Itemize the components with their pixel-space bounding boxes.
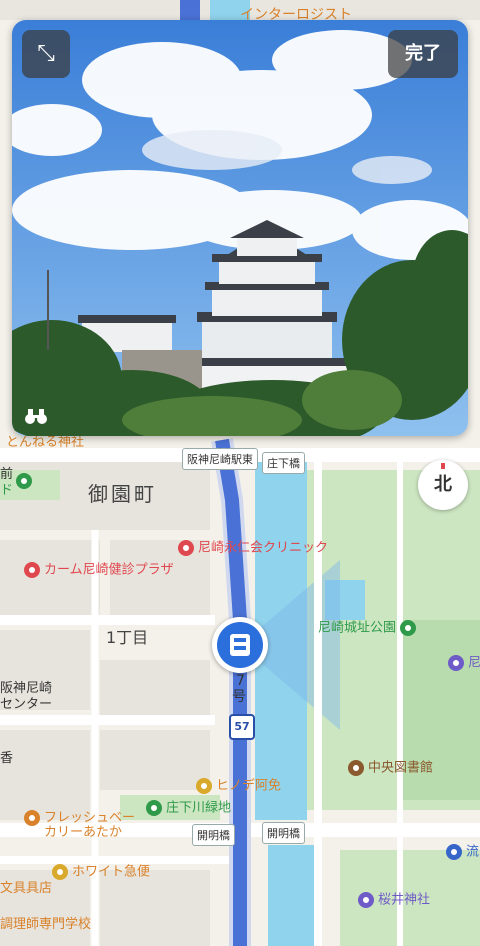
road-sign-shoka: 庄下橋 (262, 452, 305, 474)
poi-ryu-label: 流 (466, 844, 480, 860)
poi-plaza-label: カーム尼崎健診プラザ (44, 562, 174, 578)
compass-button[interactable]: 北 (418, 460, 468, 510)
map-label-tonnaru: とんねる神社 (6, 435, 85, 450)
poi-ama[interactable]: 尼 (448, 655, 480, 671)
bakery-pin-icon (24, 810, 40, 826)
poi-fresh-label-1: フレッシュベー (44, 810, 136, 826)
poi-ryu[interactable]: 流 (446, 844, 479, 860)
poi-library[interactable]: 中央図書館 (348, 760, 433, 776)
road-sign-kaimei-2: 開明橋 (262, 822, 305, 844)
library-pin-icon (348, 760, 364, 776)
poi-plaza[interactable]: カーム尼崎健診プラザ (24, 562, 174, 578)
poi-sakurai[interactable]: 桜井神社 (358, 892, 430, 908)
landmark-pin-icon (448, 655, 464, 671)
look-around-marker[interactable] (212, 617, 268, 673)
poi-ama-label: 尼 (468, 655, 480, 671)
park-pin-icon (146, 800, 162, 816)
poi-hinode[interactable]: ヒノデ阿免 (196, 778, 281, 794)
expand-button[interactable]: ⤡ (22, 30, 70, 78)
district-chome1: 1丁目 (106, 628, 149, 647)
poi-white[interactable]: ホワイト急便 (52, 864, 150, 880)
poi-white-label: ホワイト急便 (72, 864, 151, 880)
route-57-shield: 57 (229, 714, 255, 740)
poi-fresh-2: カリーあたか (44, 825, 123, 840)
hospital-pin-icon (178, 540, 194, 556)
compass-needle-icon (441, 463, 445, 469)
hanshin-center-2: センター (0, 697, 53, 712)
star-pin-icon (446, 844, 462, 860)
poi-sakurai-label: 桜井神社 (378, 892, 431, 908)
poi-hinode-label: ヒノデ阿免 (216, 778, 282, 794)
district-gosono: 御園町 (88, 482, 157, 506)
binoculars-marker-icon (217, 622, 263, 668)
poi-fresh[interactable]: フレッシュベー (24, 810, 135, 826)
done-button[interactable]: 完了 (388, 30, 458, 78)
binoculars-icon (25, 409, 47, 424)
map-pin-green[interactable] (16, 470, 36, 489)
park-pin-icon (16, 472, 32, 489)
poi-castle-park[interactable]: 尼崎城址公園 (318, 620, 420, 636)
route7-label-1: 7 (236, 673, 245, 689)
map-label-mae: 前 (0, 467, 14, 482)
hanshin-center-1: 阪神尼崎 (0, 681, 53, 696)
park-pin-icon (400, 620, 417, 636)
poi-clinic-label: 尼崎永仁会クリニック (198, 540, 329, 556)
road-sign-hanshin-east: 阪神尼崎駅東 (182, 448, 258, 470)
map-label-kou: 香 (0, 751, 14, 766)
poi-cooking-school: 調理師専門学校 (0, 917, 92, 932)
poi-clinic[interactable]: 尼崎永仁会クリニック (178, 540, 328, 556)
restaurant-pin-icon (24, 562, 40, 578)
laundry-pin-icon (52, 864, 68, 880)
road-sign-kaimei-1: 開明橋 (192, 824, 235, 846)
poi-library-label: 中央図書館 (368, 760, 434, 776)
poi-shoka-green[interactable]: 庄下川緑地 (146, 800, 231, 816)
poi-shoka-green-label: 庄下川緑地 (166, 800, 232, 816)
look-around-image (12, 20, 468, 436)
shrine-pin-icon (358, 892, 374, 908)
look-around-card[interactable]: ⤡ 完了 (12, 20, 468, 436)
shopping-pin-icon (196, 778, 212, 794)
compass-north-label: 北 (434, 474, 452, 495)
map-label-do: ド (0, 483, 14, 498)
poi-castle-park-label: 尼崎城址公園 (318, 620, 397, 636)
route7-label-2: 号 (232, 689, 246, 705)
poi-stationery: 文具具店 (0, 881, 53, 896)
arrows-expand-icon: ⤡ (37, 41, 55, 66)
